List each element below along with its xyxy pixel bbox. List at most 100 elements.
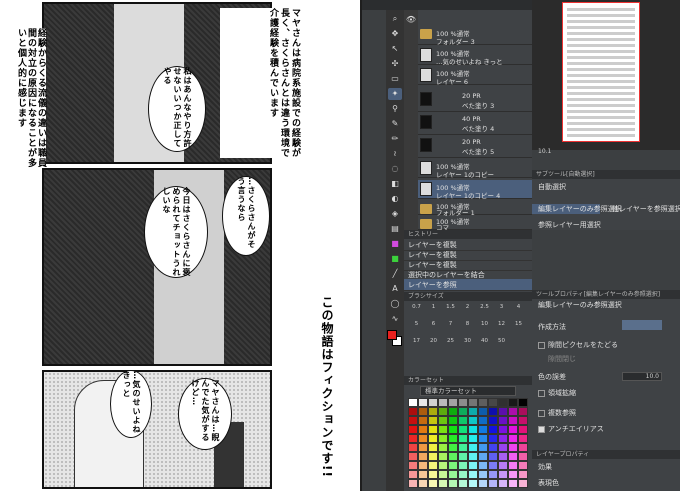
color-swatch[interactable] bbox=[518, 470, 528, 479]
ruler-icon[interactable]: ╱ bbox=[388, 268, 402, 280]
color-swatch[interactable] bbox=[428, 479, 438, 488]
close-gaps-option[interactable]: 隙間ピクセルをたどる bbox=[532, 340, 680, 350]
color-swatch[interactable] bbox=[478, 452, 488, 461]
pen-icon[interactable]: ✎ bbox=[388, 118, 402, 130]
figure-icon[interactable]: ■ bbox=[388, 238, 402, 250]
color-swatch[interactable] bbox=[438, 470, 448, 479]
color-swatch[interactable] bbox=[408, 443, 418, 452]
color-swatch[interactable] bbox=[518, 398, 528, 407]
layer-row-selected[interactable]: 100 %通常 レイヤー 1のコピー 4 bbox=[418, 180, 532, 200]
main-color-chip[interactable] bbox=[387, 330, 397, 340]
color-swatch[interactable] bbox=[498, 470, 508, 479]
color-swatch[interactable] bbox=[488, 479, 498, 488]
color-swatch[interactable] bbox=[508, 452, 518, 461]
color-swatch[interactable] bbox=[438, 407, 448, 416]
layer-row[interactable]: 100 %通常 レイヤー 1のコピー bbox=[418, 159, 532, 179]
airbrush-icon[interactable]: ◌ bbox=[388, 163, 402, 175]
brush-size-label[interactable]: 20 bbox=[425, 338, 442, 355]
color-swatch[interactable] bbox=[478, 398, 488, 407]
color-swatch[interactable] bbox=[418, 425, 428, 434]
color-swatch[interactable] bbox=[448, 452, 458, 461]
layer-row[interactable]: 100 %通常 フォルダー 3 bbox=[418, 26, 532, 46]
brush-size-label[interactable]: 17 bbox=[408, 338, 425, 355]
color-swatch[interactable] bbox=[458, 461, 468, 470]
color-swatch[interactable] bbox=[478, 407, 488, 416]
color-swatch[interactable] bbox=[448, 407, 458, 416]
blend-icon[interactable]: ◐ bbox=[388, 193, 402, 205]
color-swatch[interactable] bbox=[458, 443, 468, 452]
balloon-icon[interactable]: ◯ bbox=[388, 298, 402, 310]
color-swatch[interactable] bbox=[468, 452, 478, 461]
brush-size-label[interactable]: 6 bbox=[425, 321, 442, 338]
pencil-icon[interactable]: ✏ bbox=[388, 133, 402, 145]
color-swatch[interactable] bbox=[498, 479, 508, 488]
color-swatch[interactable] bbox=[458, 398, 468, 407]
brush-size-label[interactable]: 0.7 bbox=[408, 304, 425, 321]
color-swatch[interactable] bbox=[508, 407, 518, 416]
color-swatch[interactable] bbox=[458, 407, 468, 416]
expand-option[interactable]: 領域拡縮 bbox=[532, 388, 680, 398]
color-swatch[interactable] bbox=[458, 425, 468, 434]
color-swatch[interactable] bbox=[448, 425, 458, 434]
color-swatch[interactable] bbox=[458, 434, 468, 443]
color-swatch[interactable] bbox=[418, 470, 428, 479]
color-swatch[interactable] bbox=[438, 398, 448, 407]
color-swatch[interactable] bbox=[518, 443, 528, 452]
color-swatch[interactable] bbox=[458, 479, 468, 488]
color-swatch[interactable] bbox=[428, 461, 438, 470]
eye-icon[interactable]: 👁 bbox=[404, 10, 418, 29]
layer-row[interactable]: 100 %通常 レイヤー 6 bbox=[418, 66, 532, 86]
color-swatch[interactable] bbox=[468, 479, 478, 488]
color-swatch[interactable] bbox=[408, 470, 418, 479]
brush-size-label[interactable]: 2.5 bbox=[476, 304, 493, 321]
color-swatch[interactable] bbox=[418, 434, 428, 443]
color-swatch[interactable] bbox=[458, 416, 468, 425]
selection-icon[interactable]: ▭ bbox=[388, 73, 402, 85]
text-icon[interactable]: A bbox=[388, 283, 402, 295]
color-chips[interactable] bbox=[386, 328, 404, 350]
color-swatch[interactable] bbox=[458, 452, 468, 461]
color-swatch[interactable] bbox=[508, 443, 518, 452]
color-swatch[interactable] bbox=[428, 452, 438, 461]
color-swatch[interactable] bbox=[428, 407, 438, 416]
color-swatch[interactable] bbox=[418, 461, 428, 470]
color-swatch[interactable] bbox=[408, 407, 418, 416]
subtool-item[interactable]: 他レイヤーを参照選択 bbox=[606, 204, 680, 214]
color-swatch[interactable] bbox=[508, 398, 518, 407]
color-swatch[interactable] bbox=[498, 461, 508, 470]
color-swatch[interactable] bbox=[518, 452, 528, 461]
color-swatch[interactable] bbox=[418, 416, 428, 425]
color-swatch[interactable] bbox=[418, 452, 428, 461]
brush-size-label[interactable]: 7 bbox=[442, 321, 459, 338]
brush-size-label[interactable]: 4 bbox=[510, 304, 527, 321]
color-swatch[interactable] bbox=[428, 470, 438, 479]
color-swatch[interactable] bbox=[468, 443, 478, 452]
color-swatch[interactable] bbox=[428, 425, 438, 434]
color-swatch[interactable] bbox=[498, 452, 508, 461]
color-swatch[interactable] bbox=[408, 479, 418, 488]
color-swatch[interactable] bbox=[468, 470, 478, 479]
brush-size-label[interactable]: 12 bbox=[493, 321, 510, 338]
color-swatch[interactable] bbox=[448, 470, 458, 479]
color-swatch[interactable] bbox=[418, 407, 428, 416]
color-margin-field[interactable]: 10.0 bbox=[622, 372, 662, 381]
color-swatch[interactable] bbox=[498, 443, 508, 452]
antialias-option[interactable]: アンチエイリアス bbox=[532, 424, 680, 434]
ref-option[interactable]: 複数参照 bbox=[532, 408, 680, 418]
color-swatch[interactable] bbox=[478, 416, 488, 425]
color-swatch[interactable] bbox=[488, 443, 498, 452]
color-swatch[interactable] bbox=[488, 416, 498, 425]
color-swatch[interactable] bbox=[508, 470, 518, 479]
brush-size-label[interactable]: 5 bbox=[408, 321, 425, 338]
color-swatch[interactable] bbox=[418, 398, 428, 407]
eyedropper-icon[interactable]: ⚲ bbox=[388, 103, 402, 115]
manga-canvas[interactable]: マヤさんは病院系施設での経験が長く、さくらさんとは違う環境で介護経験を積んでいま… bbox=[0, 0, 362, 491]
brush-icon[interactable]: ≀ bbox=[388, 148, 402, 160]
brush-size-label[interactable]: 30 bbox=[459, 338, 476, 355]
color-swatch[interactable] bbox=[468, 434, 478, 443]
layer-row[interactable]: 100 %通常 フォルダー 1 bbox=[418, 201, 532, 217]
color-swatch[interactable] bbox=[468, 461, 478, 470]
color-swatch[interactable] bbox=[488, 452, 498, 461]
color-swatch[interactable] bbox=[488, 425, 498, 434]
color-swatch[interactable] bbox=[408, 434, 418, 443]
